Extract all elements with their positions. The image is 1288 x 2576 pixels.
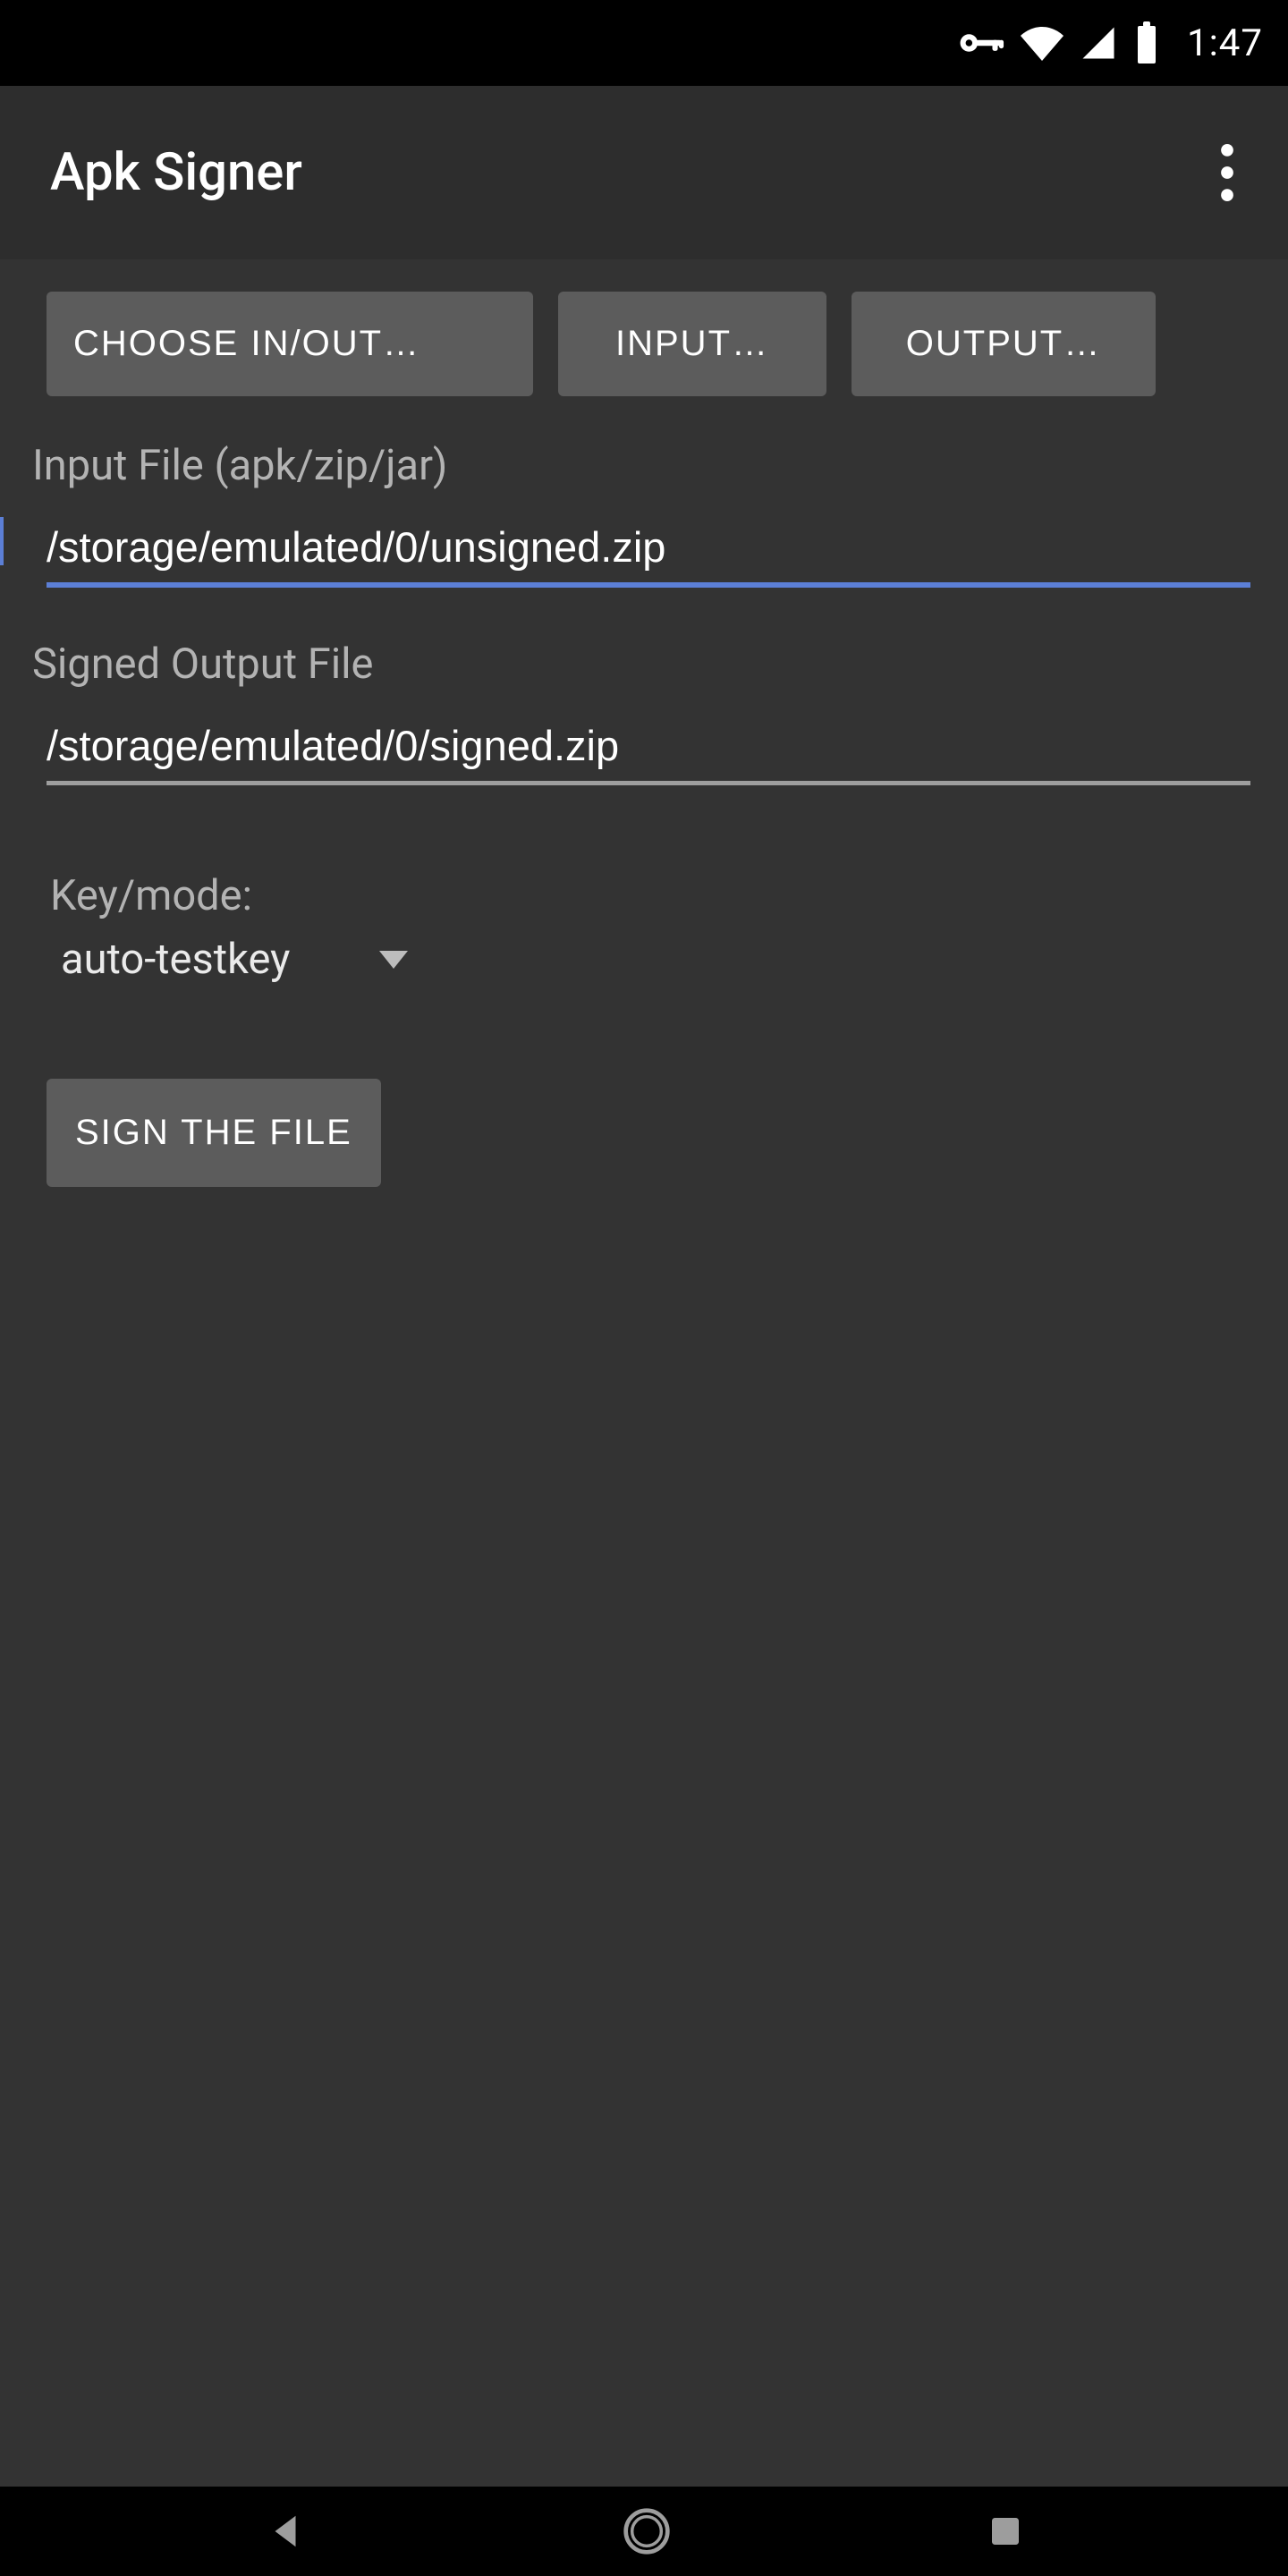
action-bar: Apk Signer [0, 86, 1288, 259]
nav-back-button[interactable] [265, 2511, 306, 2552]
sign-file-button[interactable]: SIGN THE FILE [47, 1079, 381, 1187]
android-status-bar: 1:47 [0, 0, 1288, 86]
vpn-key-icon [954, 18, 1004, 68]
android-nav-bar [0, 2487, 1288, 2576]
input-file-field[interactable] [47, 515, 1250, 588]
keymode-selected-value: auto-testkey [61, 935, 290, 984]
keymode-spinner[interactable]: auto-testkey [50, 929, 1288, 989]
input-file-field-wrap [0, 515, 1288, 588]
keymode-label: Key/mode: [50, 871, 1288, 920]
output-file-label: Signed Output File [0, 640, 1288, 689]
recents-square-icon [987, 2513, 1023, 2549]
status-clock: 1:47 [1187, 21, 1263, 65]
back-triangle-icon [265, 2511, 306, 2552]
output-button[interactable]: OUTPUT… [852, 292, 1156, 396]
dropdown-arrow-icon [379, 951, 408, 969]
cell-signal-icon [1080, 24, 1117, 62]
text-cursor [0, 517, 4, 565]
input-file-label: Input File (apk/zip/jar) [0, 441, 1288, 490]
main-content: CHOOSE IN/OUT… INPUT… OUTPUT… Input File… [0, 259, 1288, 2487]
more-vert-icon [1221, 144, 1233, 201]
output-file-field[interactable] [47, 714, 1250, 785]
nav-home-button[interactable] [622, 2506, 672, 2556]
app-title: Apk Signer [50, 142, 302, 203]
choose-in-out-button[interactable]: CHOOSE IN/OUT… [47, 292, 533, 396]
wifi-icon [1021, 21, 1063, 64]
overflow-menu-button[interactable] [1200, 137, 1254, 208]
file-chooser-button-row: CHOOSE IN/OUT… INPUT… OUTPUT… [0, 292, 1288, 396]
nav-recents-button[interactable] [987, 2513, 1023, 2549]
input-button[interactable]: INPUT… [558, 292, 826, 396]
output-file-field-wrap [0, 714, 1288, 785]
battery-icon [1133, 21, 1160, 64]
keymode-block: Key/mode: auto-testkey [0, 837, 1288, 989]
home-circle-icon [622, 2506, 672, 2556]
